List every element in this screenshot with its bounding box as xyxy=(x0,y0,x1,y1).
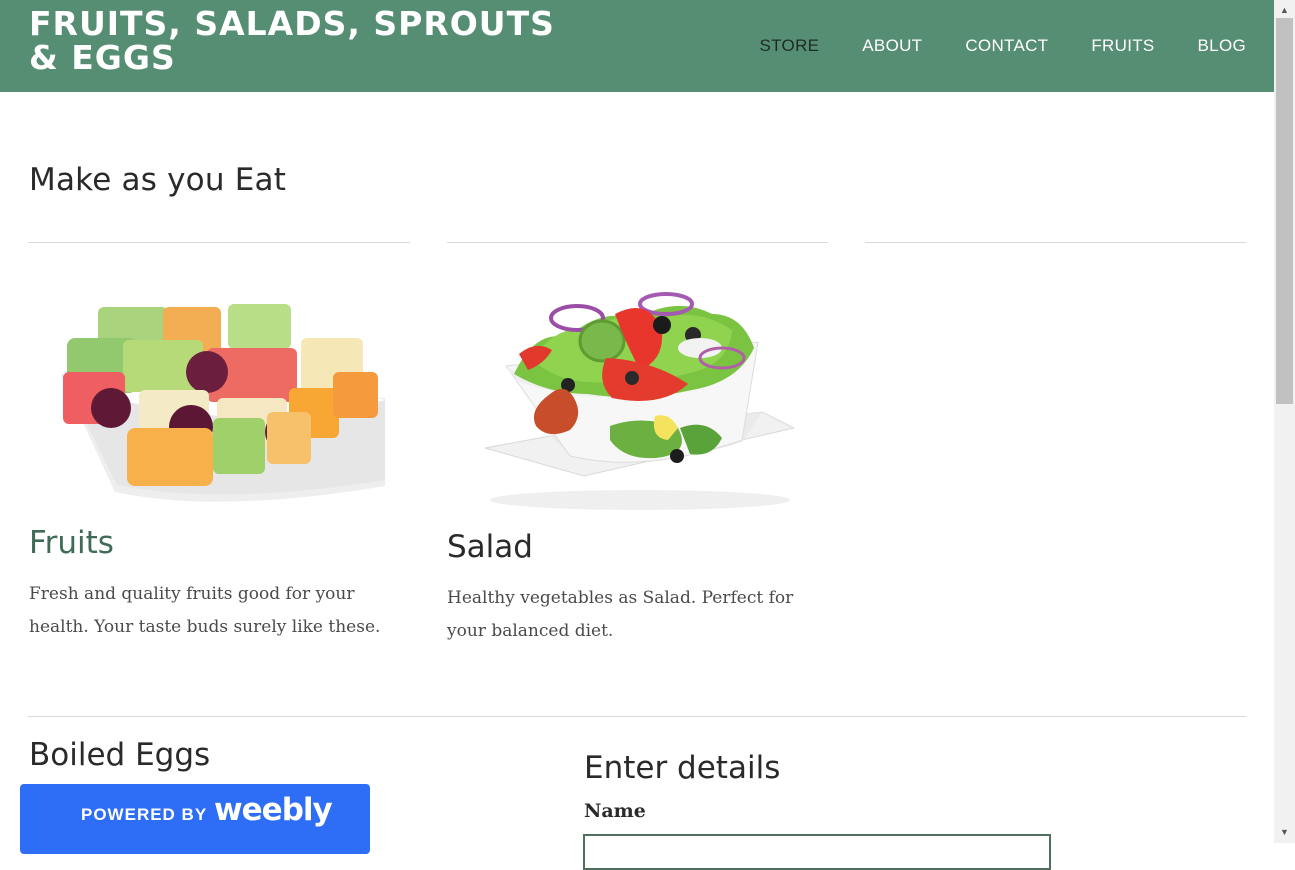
name-field-label: Name xyxy=(584,800,646,822)
nav-contact[interactable]: CONTACT xyxy=(965,36,1048,56)
name-input[interactable] xyxy=(583,834,1051,870)
powered-by-label: POWERED BY xyxy=(81,805,208,824)
scroll-thumb[interactable] xyxy=(1276,18,1293,404)
nav-store[interactable]: STORE xyxy=(760,36,820,56)
card-text-fruits: Fresh and quality fruits good for your h… xyxy=(29,584,381,637)
section-divider xyxy=(28,716,1246,717)
vertical-scrollbar[interactable]: ▲ ▼ xyxy=(1274,0,1295,843)
fruit-salad-bowl-image xyxy=(53,280,385,514)
nav-about[interactable]: ABOUT xyxy=(862,36,922,56)
column-divider xyxy=(865,242,1246,243)
site-header: FRUITS, SALADS, SPROUTS & EGGS STORE ABO… xyxy=(0,0,1274,92)
boiled-eggs-title: Boiled Eggs xyxy=(29,737,211,773)
powered-by-weebly-badge[interactable]: POWERED BY weebly xyxy=(20,784,370,854)
scroll-down-arrow-icon[interactable]: ▼ xyxy=(1274,824,1295,841)
nav-fruits[interactable]: FRUITS xyxy=(1091,36,1154,56)
form-title: Enter details xyxy=(584,750,781,786)
column-divider xyxy=(28,242,410,243)
main-nav: STORE ABOUT CONTACT FRUITS BLOG xyxy=(717,36,1246,56)
vegetable-salad-bowl-image xyxy=(480,290,800,514)
column-divider xyxy=(447,242,828,243)
card-title-salad[interactable]: Salad xyxy=(447,529,533,565)
section-title: Make as you Eat xyxy=(29,162,287,198)
card-text-salad: Healthy vegetables as Salad. Perfect for… xyxy=(447,588,794,641)
card-title-fruits[interactable]: Fruits xyxy=(29,525,114,561)
site-title[interactable]: FRUITS, SALADS, SPROUTS & EGGS xyxy=(29,7,569,75)
weebly-logo: weebly xyxy=(214,792,333,828)
nav-blog[interactable]: BLOG xyxy=(1198,36,1246,56)
scroll-up-arrow-icon[interactable]: ▲ xyxy=(1274,2,1295,19)
